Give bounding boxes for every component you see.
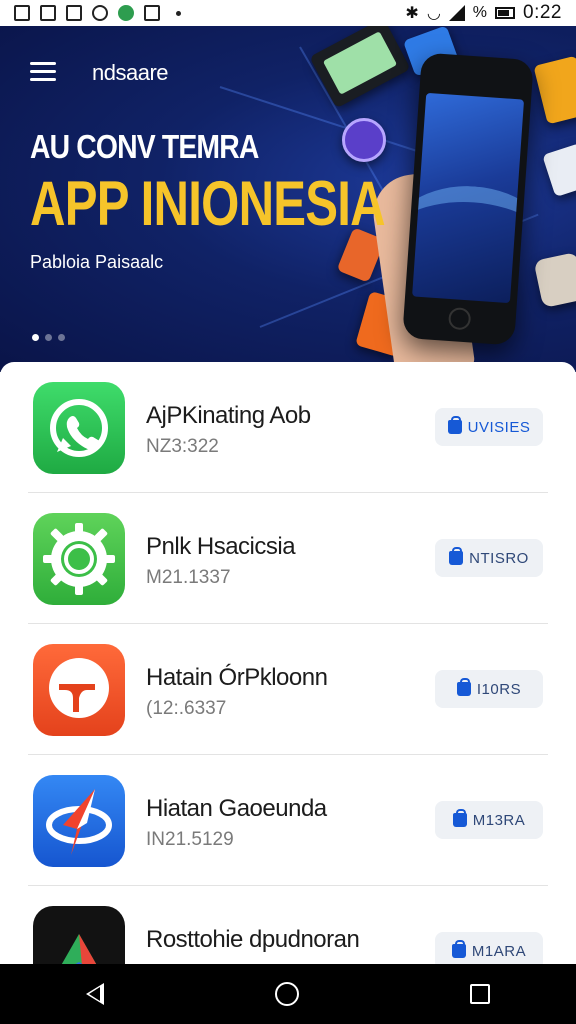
clock: 0:22 <box>523 2 562 23</box>
app-name: Hatain ÓrPkloonn <box>146 664 328 691</box>
list-item[interactable]: AjPKinating Aob NZ3:322 UVISIES <box>0 362 576 493</box>
recent-apps-icon[interactable] <box>470 984 491 1004</box>
carousel-dot[interactable] <box>32 334 39 341</box>
app-meta: (12:.6337 <box>146 698 227 719</box>
floating-phone-graphic <box>309 26 411 109</box>
download-button-label: UVISIES <box>467 418 531 436</box>
list-item[interactable]: Rosttohie dpudnoran M1ARA <box>0 886 576 964</box>
floating-card-graphic <box>533 55 576 125</box>
app-name: AjPKinating Aob <box>146 402 311 429</box>
app-meta: NZ3:322 <box>146 436 219 457</box>
list-item[interactable]: Hiatan Gaoeunda IN21.5129 M13RA <box>0 755 576 886</box>
image-icon <box>40 5 56 21</box>
floating-badge-graphic <box>342 118 386 162</box>
download-button-label: I10RS <box>476 680 522 698</box>
hero-tagline: Pabloia Paisaalc <box>30 252 164 272</box>
notification-icon <box>14 5 30 21</box>
app-name: Rosttohie dpudnoran <box>146 926 360 953</box>
menu-button[interactable] <box>30 62 56 82</box>
bluetooth-icon: ✱ <box>405 5 419 22</box>
hero-title: APP INIONESIA <box>30 169 386 239</box>
gallery-icon <box>144 5 160 21</box>
app-meta: M21.1337 <box>146 567 231 588</box>
phone-illustration <box>402 52 534 346</box>
speech-bubble-icon <box>33 644 125 736</box>
app-name: Pnlk Hsacicsia <box>146 533 296 560</box>
list-item[interactable]: Pnlk Hsacicsia M21.1337 NTISRO <box>0 493 576 624</box>
shopping-bag-icon <box>449 547 464 565</box>
gear-icon <box>33 513 125 605</box>
system-navigation-bar <box>0 964 576 1024</box>
arrow-ring-icon <box>33 775 125 867</box>
app-name: Hiatan Gaoeunda <box>146 795 327 822</box>
download-button-label: M1ARA <box>471 942 527 960</box>
home-icon[interactable] <box>274 982 299 1006</box>
triangle-logo-icon <box>33 906 125 964</box>
download-button[interactable]: NTISRO <box>435 539 543 577</box>
floating-card-graphic <box>542 142 576 198</box>
download-button-label: M13RA <box>472 811 526 829</box>
download-button[interactable]: M13RA <box>435 801 543 839</box>
floating-badge-graphic <box>533 251 576 309</box>
mail-icon <box>66 5 82 21</box>
hero-subtitle: AU CONV TEMRA <box>30 128 259 165</box>
sync-icon <box>92 5 108 21</box>
shopping-bag-icon <box>447 416 462 434</box>
download-button[interactable]: I10RS <box>435 670 543 708</box>
back-icon[interactable] <box>85 983 104 1005</box>
signal-icon <box>448 5 465 21</box>
shopping-bag-icon <box>456 678 471 696</box>
battery-icon <box>495 7 516 19</box>
carousel-dot[interactable] <box>45 334 52 341</box>
download-button[interactable]: M1ARA <box>435 932 543 964</box>
more-notifications-icon <box>176 10 181 16</box>
download-button-label: NTISRO <box>469 549 529 567</box>
status-bar: ✱ ◡ % 0:22 <box>0 0 576 26</box>
hero-banner[interactable]: ndsaare AU CONV TEMRA APP INIONESIA Pabl… <box>0 26 576 372</box>
list-item[interactable]: Hatain ÓrPkloonn (12:.6337 I10RS <box>0 624 576 755</box>
carousel-indicator[interactable] <box>32 334 65 341</box>
whatsapp-icon <box>33 382 125 474</box>
app-meta: IN21.5129 <box>146 829 234 850</box>
battery-percent: % <box>472 4 488 21</box>
download-button[interactable]: UVISIES <box>435 408 543 446</box>
app-brand: ndsaare <box>92 60 169 85</box>
app-list: AjPKinating Aob NZ3:322 UVISIES Pnlk Hsa… <box>0 362 576 964</box>
shopping-bag-icon <box>452 809 467 827</box>
wifi-icon: ◡ <box>426 5 441 22</box>
carousel-dot[interactable] <box>58 334 65 341</box>
shopping-bag-icon <box>451 940 466 958</box>
app-notification-icon <box>118 5 134 21</box>
